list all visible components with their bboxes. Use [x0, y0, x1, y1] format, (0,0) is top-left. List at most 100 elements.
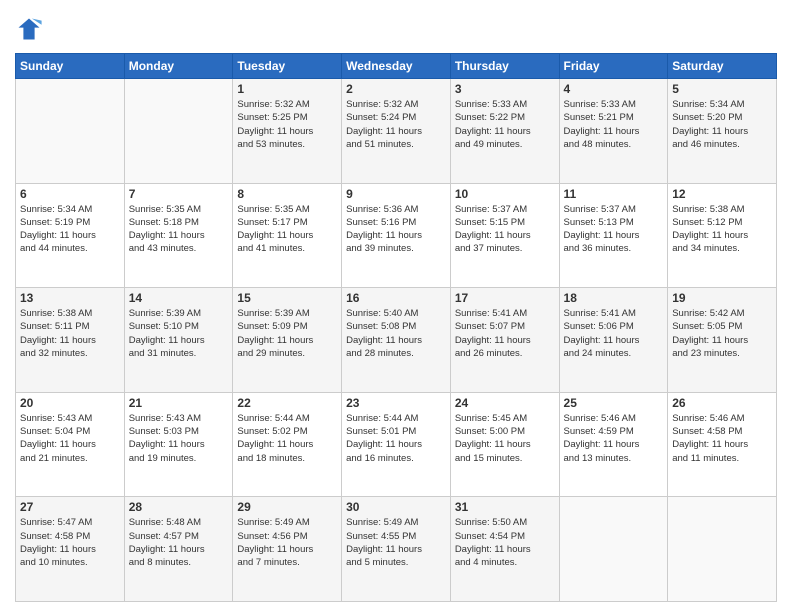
day-info: Sunrise: 5:46 AM Sunset: 4:59 PM Dayligh…: [564, 412, 664, 465]
calendar-day-cell: 11 Sunrise: 5:37 AM Sunset: 5:13 PM Dayli…: [559, 183, 668, 288]
calendar-day-cell: [668, 497, 777, 602]
day-number: 4: [564, 82, 664, 96]
calendar-day-cell: 2Sunrise: 5:32 AM Sunset: 5:24 PM Daylig…: [342, 79, 451, 184]
day-number: 28: [129, 500, 229, 514]
calendar-day-cell: 8 Sunrise: 5:35 AM Sunset: 5:17 PM Daylig…: [233, 183, 342, 288]
day-number: 10: [455, 187, 555, 201]
calendar-day-cell: 15 Sunrise: 5:39 AM Sunset: 5:09 PM Dayli…: [233, 288, 342, 393]
day-number: 9: [346, 187, 446, 201]
day-number: 1: [237, 82, 337, 96]
calendar-day-cell: 26 Sunrise: 5:46 AM Sunset: 4:58 PM Dayli…: [668, 392, 777, 497]
calendar-day-cell: 17Sunrise: 5:41 AM Sunset: 5:07 PM Dayli…: [450, 288, 559, 393]
logo-icon: [15, 15, 43, 43]
day-number: 29: [237, 500, 337, 514]
header: [15, 15, 777, 43]
calendar-day-cell: [124, 79, 233, 184]
day-number: 31: [455, 500, 555, 514]
day-info: Sunrise: 5:34 AM Sunset: 5:19 PM Dayligh…: [20, 203, 120, 256]
day-info: Sunrise: 5:33 AM Sunset: 5:21 PM Dayligh…: [564, 98, 664, 151]
calendar-day-cell: 23 Sunrise: 5:44 AM Sunset: 5:01 PM Dayli…: [342, 392, 451, 497]
calendar-day-cell: 21 Sunrise: 5:43 AM Sunset: 5:03 PM Dayli…: [124, 392, 233, 497]
day-info: Sunrise: 5:45 AM Sunset: 5:00 PM Dayligh…: [455, 412, 555, 465]
day-info: Sunrise: 5:43 AM Sunset: 5:03 PM Dayligh…: [129, 412, 229, 465]
calendar-week-row: 20Sunrise: 5:43 AM Sunset: 5:04 PM Dayli…: [16, 392, 777, 497]
calendar-day-cell: 25 Sunrise: 5:46 AM Sunset: 4:59 PM Dayli…: [559, 392, 668, 497]
calendar-day-cell: 28 Sunrise: 5:48 AM Sunset: 4:57 PM Dayli…: [124, 497, 233, 602]
calendar-day-cell: 5 Sunrise: 5:34 AM Sunset: 5:20 PM Daylig…: [668, 79, 777, 184]
day-number: 12: [672, 187, 772, 201]
day-info: Sunrise: 5:42 AM Sunset: 5:05 PM Dayligh…: [672, 307, 772, 360]
calendar-day-cell: 3Sunrise: 5:33 AM Sunset: 5:22 PM Daylig…: [450, 79, 559, 184]
day-info: Sunrise: 5:38 AM Sunset: 5:12 PM Dayligh…: [672, 203, 772, 256]
weekday-header: Wednesday: [342, 54, 451, 79]
day-info: Sunrise: 5:47 AM Sunset: 4:58 PM Dayligh…: [20, 516, 120, 569]
calendar-day-cell: 16 Sunrise: 5:40 AM Sunset: 5:08 PM Dayli…: [342, 288, 451, 393]
day-info: Sunrise: 5:44 AM Sunset: 5:02 PM Dayligh…: [237, 412, 337, 465]
day-number: 5: [672, 82, 772, 96]
day-info: Sunrise: 5:46 AM Sunset: 4:58 PM Dayligh…: [672, 412, 772, 465]
day-info: Sunrise: 5:49 AM Sunset: 4:56 PM Dayligh…: [237, 516, 337, 569]
day-info: Sunrise: 5:44 AM Sunset: 5:01 PM Dayligh…: [346, 412, 446, 465]
day-number: 21: [129, 396, 229, 410]
calendar-day-cell: 9Sunrise: 5:36 AM Sunset: 5:16 PM Daylig…: [342, 183, 451, 288]
calendar-day-cell: 7Sunrise: 5:35 AM Sunset: 5:18 PM Daylig…: [124, 183, 233, 288]
calendar-header: SundayMondayTuesdayWednesdayThursdayFrid…: [16, 54, 777, 79]
calendar-day-cell: 27 Sunrise: 5:47 AM Sunset: 4:58 PM Dayli…: [16, 497, 125, 602]
day-number: 7: [129, 187, 229, 201]
calendar-week-row: 6 Sunrise: 5:34 AM Sunset: 5:19 PM Daylig…: [16, 183, 777, 288]
calendar-day-cell: 13 Sunrise: 5:38 AM Sunset: 5:11 PM Dayli…: [16, 288, 125, 393]
page: SundayMondayTuesdayWednesdayThursdayFrid…: [0, 0, 792, 612]
calendar-week-row: 1Sunrise: 5:32 AM Sunset: 5:25 PM Daylig…: [16, 79, 777, 184]
calendar-day-cell: 31 Sunrise: 5:50 AM Sunset: 4:54 PM Dayli…: [450, 497, 559, 602]
day-number: 11: [564, 187, 664, 201]
weekday-header: Monday: [124, 54, 233, 79]
weekday-header: Thursday: [450, 54, 559, 79]
day-info: Sunrise: 5:34 AM Sunset: 5:20 PM Dayligh…: [672, 98, 772, 151]
day-info: Sunrise: 5:48 AM Sunset: 4:57 PM Dayligh…: [129, 516, 229, 569]
day-number: 8: [237, 187, 337, 201]
day-number: 27: [20, 500, 120, 514]
calendar-day-cell: 10 Sunrise: 5:37 AM Sunset: 5:15 PM Dayli…: [450, 183, 559, 288]
weekday-header: Friday: [559, 54, 668, 79]
calendar-week-row: 13 Sunrise: 5:38 AM Sunset: 5:11 PM Dayli…: [16, 288, 777, 393]
day-info: Sunrise: 5:38 AM Sunset: 5:11 PM Dayligh…: [20, 307, 120, 360]
day-number: 6: [20, 187, 120, 201]
day-info: Sunrise: 5:40 AM Sunset: 5:08 PM Dayligh…: [346, 307, 446, 360]
calendar-day-cell: 29 Sunrise: 5:49 AM Sunset: 4:56 PM Dayli…: [233, 497, 342, 602]
day-number: 2: [346, 82, 446, 96]
calendar-day-cell: 4 Sunrise: 5:33 AM Sunset: 5:21 PM Daylig…: [559, 79, 668, 184]
calendar-day-cell: 19 Sunrise: 5:42 AM Sunset: 5:05 PM Dayli…: [668, 288, 777, 393]
day-number: 24: [455, 396, 555, 410]
weekday-header-row: SundayMondayTuesdayWednesdayThursdayFrid…: [16, 54, 777, 79]
calendar-week-row: 27 Sunrise: 5:47 AM Sunset: 4:58 PM Dayli…: [16, 497, 777, 602]
weekday-header: Saturday: [668, 54, 777, 79]
day-number: 25: [564, 396, 664, 410]
day-info: Sunrise: 5:50 AM Sunset: 4:54 PM Dayligh…: [455, 516, 555, 569]
day-info: Sunrise: 5:41 AM Sunset: 5:06 PM Dayligh…: [564, 307, 664, 360]
calendar-day-cell: 18Sunrise: 5:41 AM Sunset: 5:06 PM Dayli…: [559, 288, 668, 393]
calendar-day-cell: 30Sunrise: 5:49 AM Sunset: 4:55 PM Dayli…: [342, 497, 451, 602]
calendar-day-cell: 14Sunrise: 5:39 AM Sunset: 5:10 PM Dayli…: [124, 288, 233, 393]
weekday-header: Tuesday: [233, 54, 342, 79]
weekday-header: Sunday: [16, 54, 125, 79]
day-info: Sunrise: 5:41 AM Sunset: 5:07 PM Dayligh…: [455, 307, 555, 360]
day-info: Sunrise: 5:37 AM Sunset: 5:13 PM Dayligh…: [564, 203, 664, 256]
calendar-table: SundayMondayTuesdayWednesdayThursdayFrid…: [15, 53, 777, 602]
calendar-day-cell: [559, 497, 668, 602]
day-number: 26: [672, 396, 772, 410]
day-info: Sunrise: 5:39 AM Sunset: 5:09 PM Dayligh…: [237, 307, 337, 360]
day-number: 13: [20, 291, 120, 305]
day-number: 30: [346, 500, 446, 514]
day-info: Sunrise: 5:39 AM Sunset: 5:10 PM Dayligh…: [129, 307, 229, 360]
day-number: 16: [346, 291, 446, 305]
day-number: 23: [346, 396, 446, 410]
day-info: Sunrise: 5:35 AM Sunset: 5:17 PM Dayligh…: [237, 203, 337, 256]
day-info: Sunrise: 5:37 AM Sunset: 5:15 PM Dayligh…: [455, 203, 555, 256]
day-number: 15: [237, 291, 337, 305]
day-number: 3: [455, 82, 555, 96]
day-number: 19: [672, 291, 772, 305]
calendar-day-cell: 6 Sunrise: 5:34 AM Sunset: 5:19 PM Daylig…: [16, 183, 125, 288]
calendar-day-cell: 12 Sunrise: 5:38 AM Sunset: 5:12 PM Dayli…: [668, 183, 777, 288]
calendar-body: 1Sunrise: 5:32 AM Sunset: 5:25 PM Daylig…: [16, 79, 777, 602]
calendar-day-cell: 24 Sunrise: 5:45 AM Sunset: 5:00 PM Dayli…: [450, 392, 559, 497]
